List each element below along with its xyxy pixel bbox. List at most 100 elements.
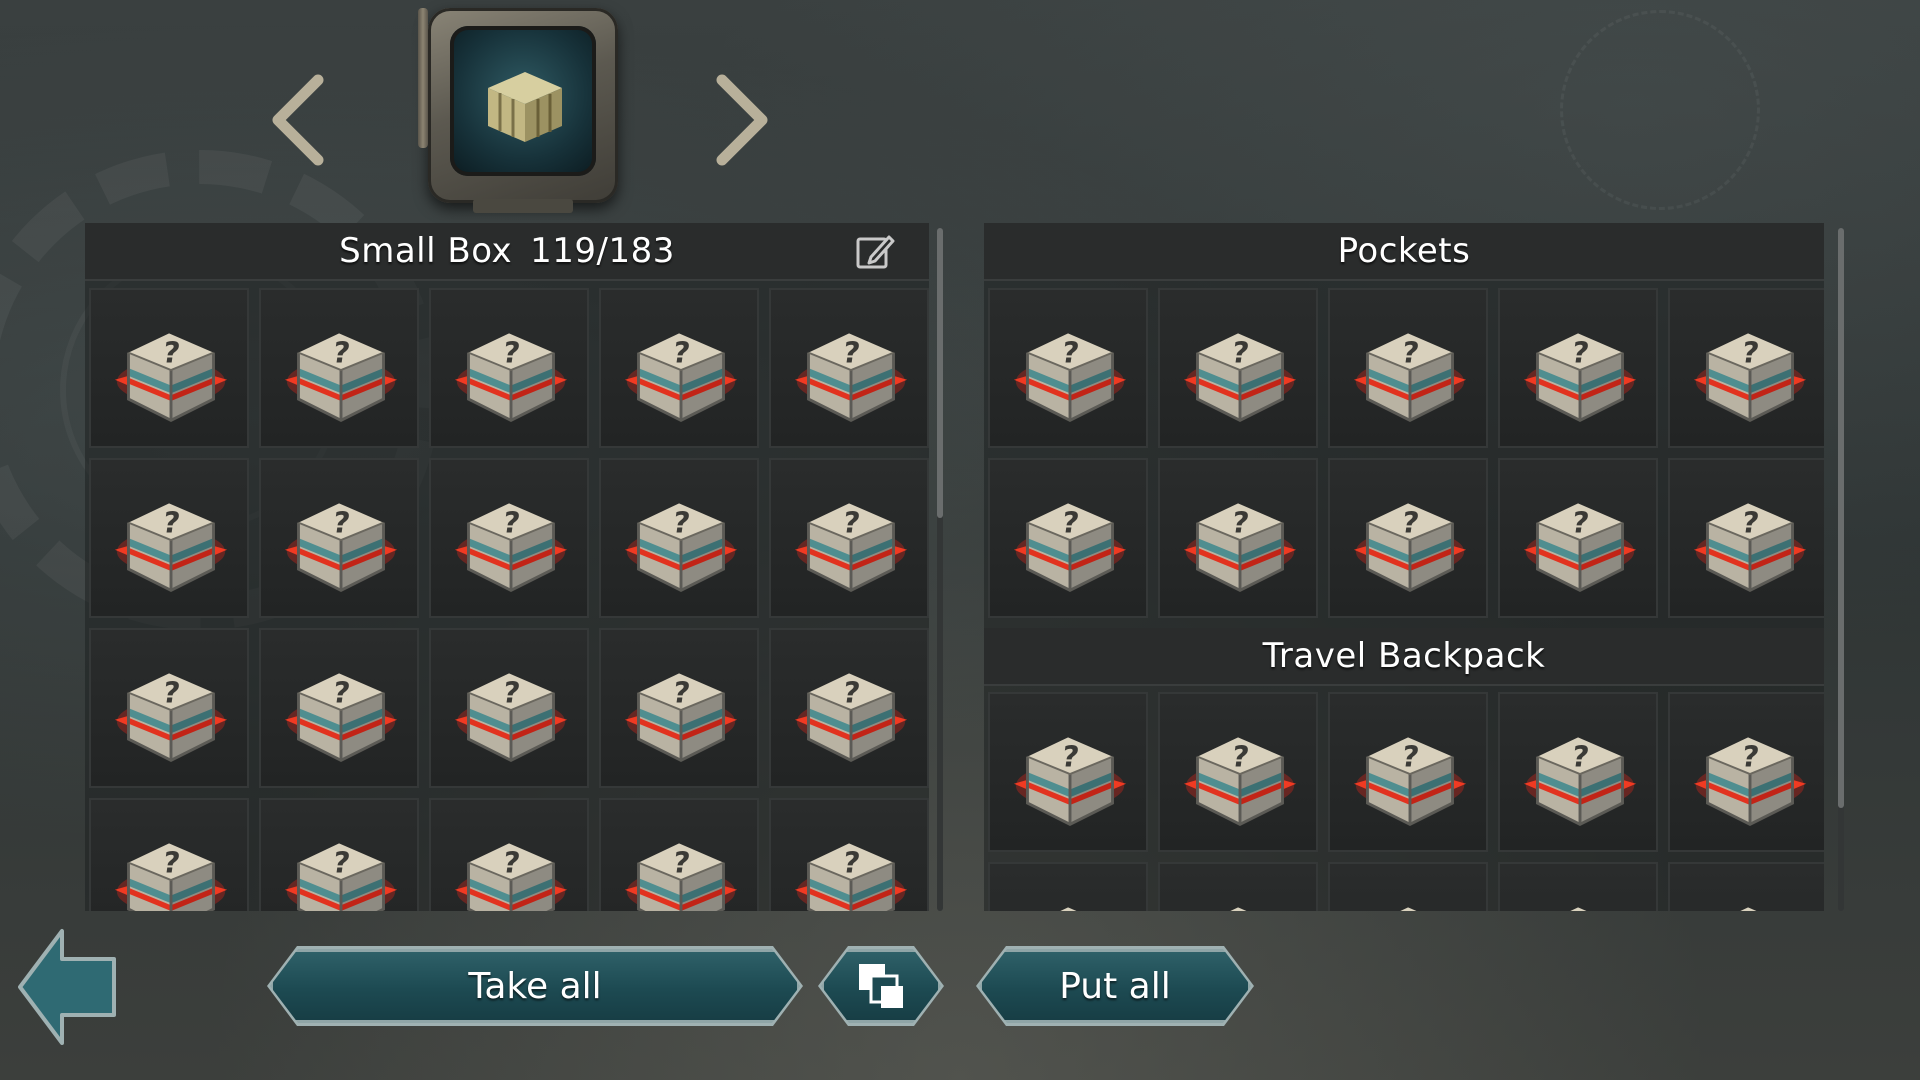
monitor-pipe bbox=[418, 8, 428, 148]
pencil-edit-icon[interactable] bbox=[855, 233, 895, 271]
item-slot[interactable] bbox=[769, 288, 929, 448]
question-crate-icon bbox=[1182, 718, 1298, 834]
backpack-title: Travel Backpack bbox=[1262, 636, 1546, 676]
item-slot[interactable] bbox=[259, 628, 419, 788]
crate-icon bbox=[488, 72, 562, 142]
backpack-slot-grid bbox=[984, 690, 1824, 911]
background-ring-right bbox=[1560, 10, 1760, 210]
item-slot[interactable] bbox=[599, 458, 759, 618]
item-slot[interactable] bbox=[89, 458, 249, 618]
put-all-button[interactable]: Put all bbox=[979, 949, 1251, 1023]
question-crate-icon bbox=[793, 654, 909, 770]
question-crate-icon bbox=[1692, 718, 1808, 834]
item-slot[interactable] bbox=[259, 798, 419, 911]
item-slot[interactable] bbox=[599, 628, 759, 788]
item-slot[interactable] bbox=[1668, 288, 1824, 448]
chevron-left-icon[interactable] bbox=[250, 70, 350, 170]
question-crate-icon bbox=[453, 824, 569, 911]
question-crate-icon bbox=[113, 484, 229, 600]
monitor-stand bbox=[473, 199, 573, 213]
question-crate-icon bbox=[623, 824, 739, 911]
item-slot[interactable] bbox=[769, 458, 929, 618]
question-crate-icon bbox=[623, 314, 739, 430]
container-capacity: 119/183 bbox=[530, 231, 675, 271]
item-slot[interactable] bbox=[1158, 692, 1318, 852]
question-crate-icon bbox=[453, 314, 569, 430]
question-crate-icon bbox=[1352, 484, 1468, 600]
question-crate-icon bbox=[1012, 314, 1128, 430]
pockets-title: Pockets bbox=[1337, 231, 1471, 271]
item-slot[interactable] bbox=[1328, 862, 1488, 911]
back-arrow-icon[interactable] bbox=[14, 925, 120, 1049]
item-slot[interactable] bbox=[1498, 862, 1658, 911]
question-crate-icon bbox=[113, 654, 229, 770]
question-crate-icon bbox=[1012, 484, 1128, 600]
question-crate-icon bbox=[1522, 718, 1638, 834]
question-crate-icon bbox=[793, 824, 909, 911]
inventory-scrollbar[interactable] bbox=[1838, 228, 1844, 808]
item-slot[interactable] bbox=[1328, 458, 1488, 618]
item-slot[interactable] bbox=[259, 288, 419, 448]
question-crate-icon bbox=[1522, 314, 1638, 430]
question-crate-icon bbox=[1352, 718, 1468, 834]
stack-icon bbox=[853, 958, 909, 1014]
item-slot[interactable] bbox=[1668, 862, 1824, 911]
item-slot[interactable] bbox=[1498, 288, 1658, 448]
question-crate-icon bbox=[1182, 888, 1298, 911]
take-all-label: Take all bbox=[468, 965, 602, 1007]
question-crate-icon bbox=[1522, 484, 1638, 600]
question-crate-icon bbox=[793, 484, 909, 600]
item-slot[interactable] bbox=[429, 628, 589, 788]
item-slot[interactable] bbox=[1498, 692, 1658, 852]
item-slot[interactable] bbox=[1328, 288, 1488, 448]
question-crate-icon bbox=[623, 654, 739, 770]
container-slot-grid bbox=[85, 286, 929, 911]
question-crate-icon bbox=[793, 314, 909, 430]
pockets-slot-grid bbox=[984, 286, 1824, 628]
container-scrollbar[interactable] bbox=[937, 228, 943, 518]
item-slot[interactable] bbox=[1668, 692, 1824, 852]
item-slot[interactable] bbox=[89, 288, 249, 448]
item-slot[interactable] bbox=[988, 458, 1148, 618]
item-slot[interactable] bbox=[769, 798, 929, 911]
question-crate-icon bbox=[113, 824, 229, 911]
item-slot[interactable] bbox=[988, 862, 1148, 911]
item-slot[interactable] bbox=[259, 458, 419, 618]
question-crate-icon bbox=[1692, 888, 1808, 911]
question-crate-icon bbox=[113, 314, 229, 430]
question-crate-icon bbox=[1182, 314, 1298, 430]
item-slot[interactable] bbox=[599, 798, 759, 911]
question-crate-icon bbox=[623, 484, 739, 600]
item-slot[interactable] bbox=[1158, 862, 1318, 911]
pockets-header: Pockets bbox=[984, 223, 1824, 281]
monitor-screen bbox=[450, 26, 596, 176]
item-slot[interactable] bbox=[429, 288, 589, 448]
item-slot[interactable] bbox=[1328, 692, 1488, 852]
item-slot[interactable] bbox=[769, 628, 929, 788]
item-slot[interactable] bbox=[429, 458, 589, 618]
put-all-label: Put all bbox=[1059, 965, 1171, 1007]
container-name: Small Box bbox=[339, 231, 513, 271]
container-header: Small Box 119/183 bbox=[85, 223, 929, 281]
question-crate-icon bbox=[283, 314, 399, 430]
take-all-button[interactable]: Take all bbox=[270, 949, 800, 1023]
item-slot[interactable] bbox=[988, 692, 1148, 852]
item-slot[interactable] bbox=[1668, 458, 1824, 618]
item-slot[interactable] bbox=[988, 288, 1148, 448]
question-crate-icon bbox=[1692, 314, 1808, 430]
chevron-right-icon[interactable] bbox=[690, 70, 790, 170]
item-slot[interactable] bbox=[1158, 288, 1318, 448]
item-slot[interactable] bbox=[429, 798, 589, 911]
item-slot[interactable] bbox=[89, 798, 249, 911]
item-slot[interactable] bbox=[89, 628, 249, 788]
container-monitor[interactable] bbox=[418, 8, 618, 213]
question-crate-icon bbox=[283, 654, 399, 770]
item-slot[interactable] bbox=[1498, 458, 1658, 618]
question-crate-icon bbox=[1522, 888, 1638, 911]
item-slot[interactable] bbox=[1158, 458, 1318, 618]
question-crate-icon bbox=[1352, 888, 1468, 911]
question-crate-icon bbox=[283, 484, 399, 600]
item-slot[interactable] bbox=[599, 288, 759, 448]
question-crate-icon bbox=[453, 484, 569, 600]
question-crate-icon bbox=[1182, 484, 1298, 600]
